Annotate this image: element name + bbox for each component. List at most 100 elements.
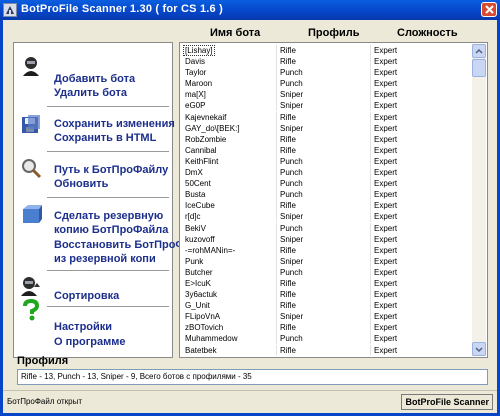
- table-row[interactable]: Davis Rifle Expert: [182, 56, 471, 68]
- column-separator: [276, 255, 277, 267]
- bot-difficulty-cell: Expert: [374, 312, 398, 322]
- scroll-down-button[interactable]: [472, 342, 486, 356]
- table-row[interactable]: Muhammedow Punch Expert: [182, 333, 471, 345]
- bot-profile-cell: Sniper: [280, 312, 304, 322]
- help-question-icon: [20, 298, 42, 321]
- backup-box-icon: [20, 203, 42, 225]
- bot-profile-cell: Rifle: [280, 134, 297, 144]
- bot-difficulty-cell: Expert: [374, 46, 398, 55]
- table-row[interactable]: kuzovoff Sniper Expert: [182, 233, 471, 245]
- vertical-scrollbar[interactable]: [472, 44, 486, 356]
- window-title: BotProFile Scanner 1.30 ( for CS 1.6 ): [21, 3, 223, 15]
- bot-profile-cell: Punch: [280, 179, 303, 189]
- scroll-thumb[interactable]: [472, 59, 486, 77]
- column-separator: [276, 211, 277, 223]
- table-row[interactable]: Busta Punch Expert: [182, 189, 471, 201]
- bot-difficulty-cell: Expert: [374, 123, 398, 133]
- sort-link[interactable]: Сортировка: [54, 290, 119, 302]
- bot-name-cell: [Lishay]: [183, 45, 215, 56]
- scroll-up-button[interactable]: [472, 44, 486, 58]
- add-bot-link[interactable]: Добавить бота: [54, 73, 135, 85]
- about-link[interactable]: О программе: [54, 336, 126, 348]
- table-row[interactable]: E>IcuK Rifle Expert: [182, 277, 471, 289]
- save-changes-link[interactable]: Сохранить изменения: [54, 118, 175, 130]
- bot-name-cell: Punk: [185, 256, 204, 266]
- create-backup-link-line2[interactable]: копию БотПроФайла: [54, 224, 168, 236]
- column-header-profile[interactable]: Профиль: [308, 27, 359, 41]
- table-row[interactable]: r[d]c Sniper Expert: [182, 211, 471, 223]
- table-row[interactable]: BekiV Punch Expert: [182, 222, 471, 234]
- column-separator: [276, 67, 277, 79]
- column-separator: [370, 289, 371, 301]
- column-separator: [276, 133, 277, 145]
- table-row[interactable]: RobZombie Rifle Expert: [182, 133, 471, 145]
- profile-summary-field[interactable]: Rifle - 13, Punch - 13, Sniper - 9, Всег…: [17, 369, 488, 385]
- column-separator: [276, 266, 277, 278]
- table-row[interactable]: DmX Punch Expert: [182, 167, 471, 179]
- bot-name-cell: E>IcuK: [185, 278, 212, 288]
- sidebar-divider: [47, 151, 169, 152]
- bot-name-cell: ma[X]: [185, 90, 206, 100]
- column-header-difficulty[interactable]: Сложность: [397, 27, 458, 41]
- table-row[interactable]: Maroon Punch Expert: [182, 78, 471, 90]
- bot-profile-cell: Rifle: [280, 112, 297, 122]
- table-row[interactable]: ma[X] Sniper Expert: [182, 89, 471, 101]
- bot-name-cell: 3y6actuk: [185, 290, 218, 300]
- bot-profile-cell: Punch: [280, 79, 303, 89]
- column-header-name[interactable]: Имя бота: [210, 27, 260, 41]
- table-row[interactable]: -=rohMANin=- Rifle Expert: [182, 244, 471, 256]
- bot-difficulty-cell: Expert: [374, 245, 398, 255]
- column-separator: [370, 244, 371, 256]
- remove-bot-link[interactable]: Удалить бота: [54, 87, 127, 99]
- table-row[interactable]: G_Unit Rifle Expert: [182, 300, 471, 312]
- column-separator: [370, 144, 371, 156]
- table-row[interactable]: KeithFlint Punch Expert: [182, 155, 471, 167]
- table-row[interactable]: eG0P Sniper Expert: [182, 100, 471, 112]
- table-row[interactable]: GAY_do\[BEK:] Sniper Expert: [182, 122, 471, 134]
- bot-name-cell: Kajevnekaif: [185, 112, 227, 122]
- save-html-link[interactable]: Сохранить в HTML: [54, 132, 156, 144]
- table-row[interactable]: Butcher Punch Expert: [182, 266, 471, 278]
- bot-difficulty-cell: Expert: [374, 168, 398, 178]
- chevron-up-icon: [475, 48, 483, 54]
- bot-profile-cell: Rifle: [280, 46, 297, 55]
- bot-profile-cell: Punch: [280, 156, 303, 166]
- bot-name-cell: -=rohMANin=-: [185, 245, 236, 255]
- table-row[interactable]: Punk Sniper Expert: [182, 255, 471, 267]
- restore-backup-link-line2[interactable]: из резервной копи: [54, 253, 156, 265]
- bot-name-cell: GAY_do\[BEK:]: [185, 123, 240, 133]
- status-badge: BotProFile Scanner: [401, 394, 493, 410]
- table-row[interactable]: FLipoVnA Sniper Expert: [182, 311, 471, 323]
- column-separator: [276, 89, 277, 101]
- column-separator: [276, 45, 277, 56]
- bot-name-cell: IceCube: [185, 201, 215, 211]
- refresh-link[interactable]: Обновить: [54, 178, 108, 190]
- table-row[interactable]: 3y6actuk Rifle Expert: [182, 289, 471, 301]
- table-row[interactable]: 50Cent Punch Expert: [182, 178, 471, 190]
- table-row[interactable]: IceCube Rifle Expert: [182, 200, 471, 212]
- table-row[interactable]: Taylor Punch Expert: [182, 67, 471, 79]
- column-separator: [370, 133, 371, 145]
- close-button[interactable]: [481, 2, 497, 17]
- column-separator: [370, 300, 371, 312]
- settings-link[interactable]: Настройки: [54, 321, 112, 333]
- column-separator: [370, 100, 371, 112]
- table-row[interactable]: Kajevnekaif Rifle Expert: [182, 111, 471, 123]
- column-separator: [370, 322, 371, 334]
- table-row[interactable]: [Lishay] Rifle Expert: [182, 45, 471, 56]
- bot-difficulty-cell: Expert: [374, 79, 398, 89]
- bot-difficulty-cell: Expert: [374, 190, 398, 200]
- bot-profile-cell: Rifle: [280, 57, 297, 67]
- table-row[interactable]: Cannibal Rifle Expert: [182, 144, 471, 156]
- column-separator: [370, 233, 371, 245]
- bot-profile-cell: Sniper: [280, 234, 304, 244]
- table-row[interactable]: zBOTovich Rifle Expert: [182, 322, 471, 334]
- table-row[interactable]: Batetbek Rifle Expert: [182, 344, 471, 355]
- create-backup-link[interactable]: Сделать резервную: [54, 210, 163, 222]
- bot-list[interactable]: [Lishay] Rifle Expert Davis Rifle Expert Taylo…: [179, 42, 488, 358]
- bot-difficulty-cell: Expert: [374, 179, 398, 189]
- column-separator: [370, 178, 371, 190]
- botprofile-path-link[interactable]: Путь к БотПроФайлу: [54, 164, 168, 176]
- column-separator: [370, 56, 371, 68]
- column-separator: [370, 200, 371, 212]
